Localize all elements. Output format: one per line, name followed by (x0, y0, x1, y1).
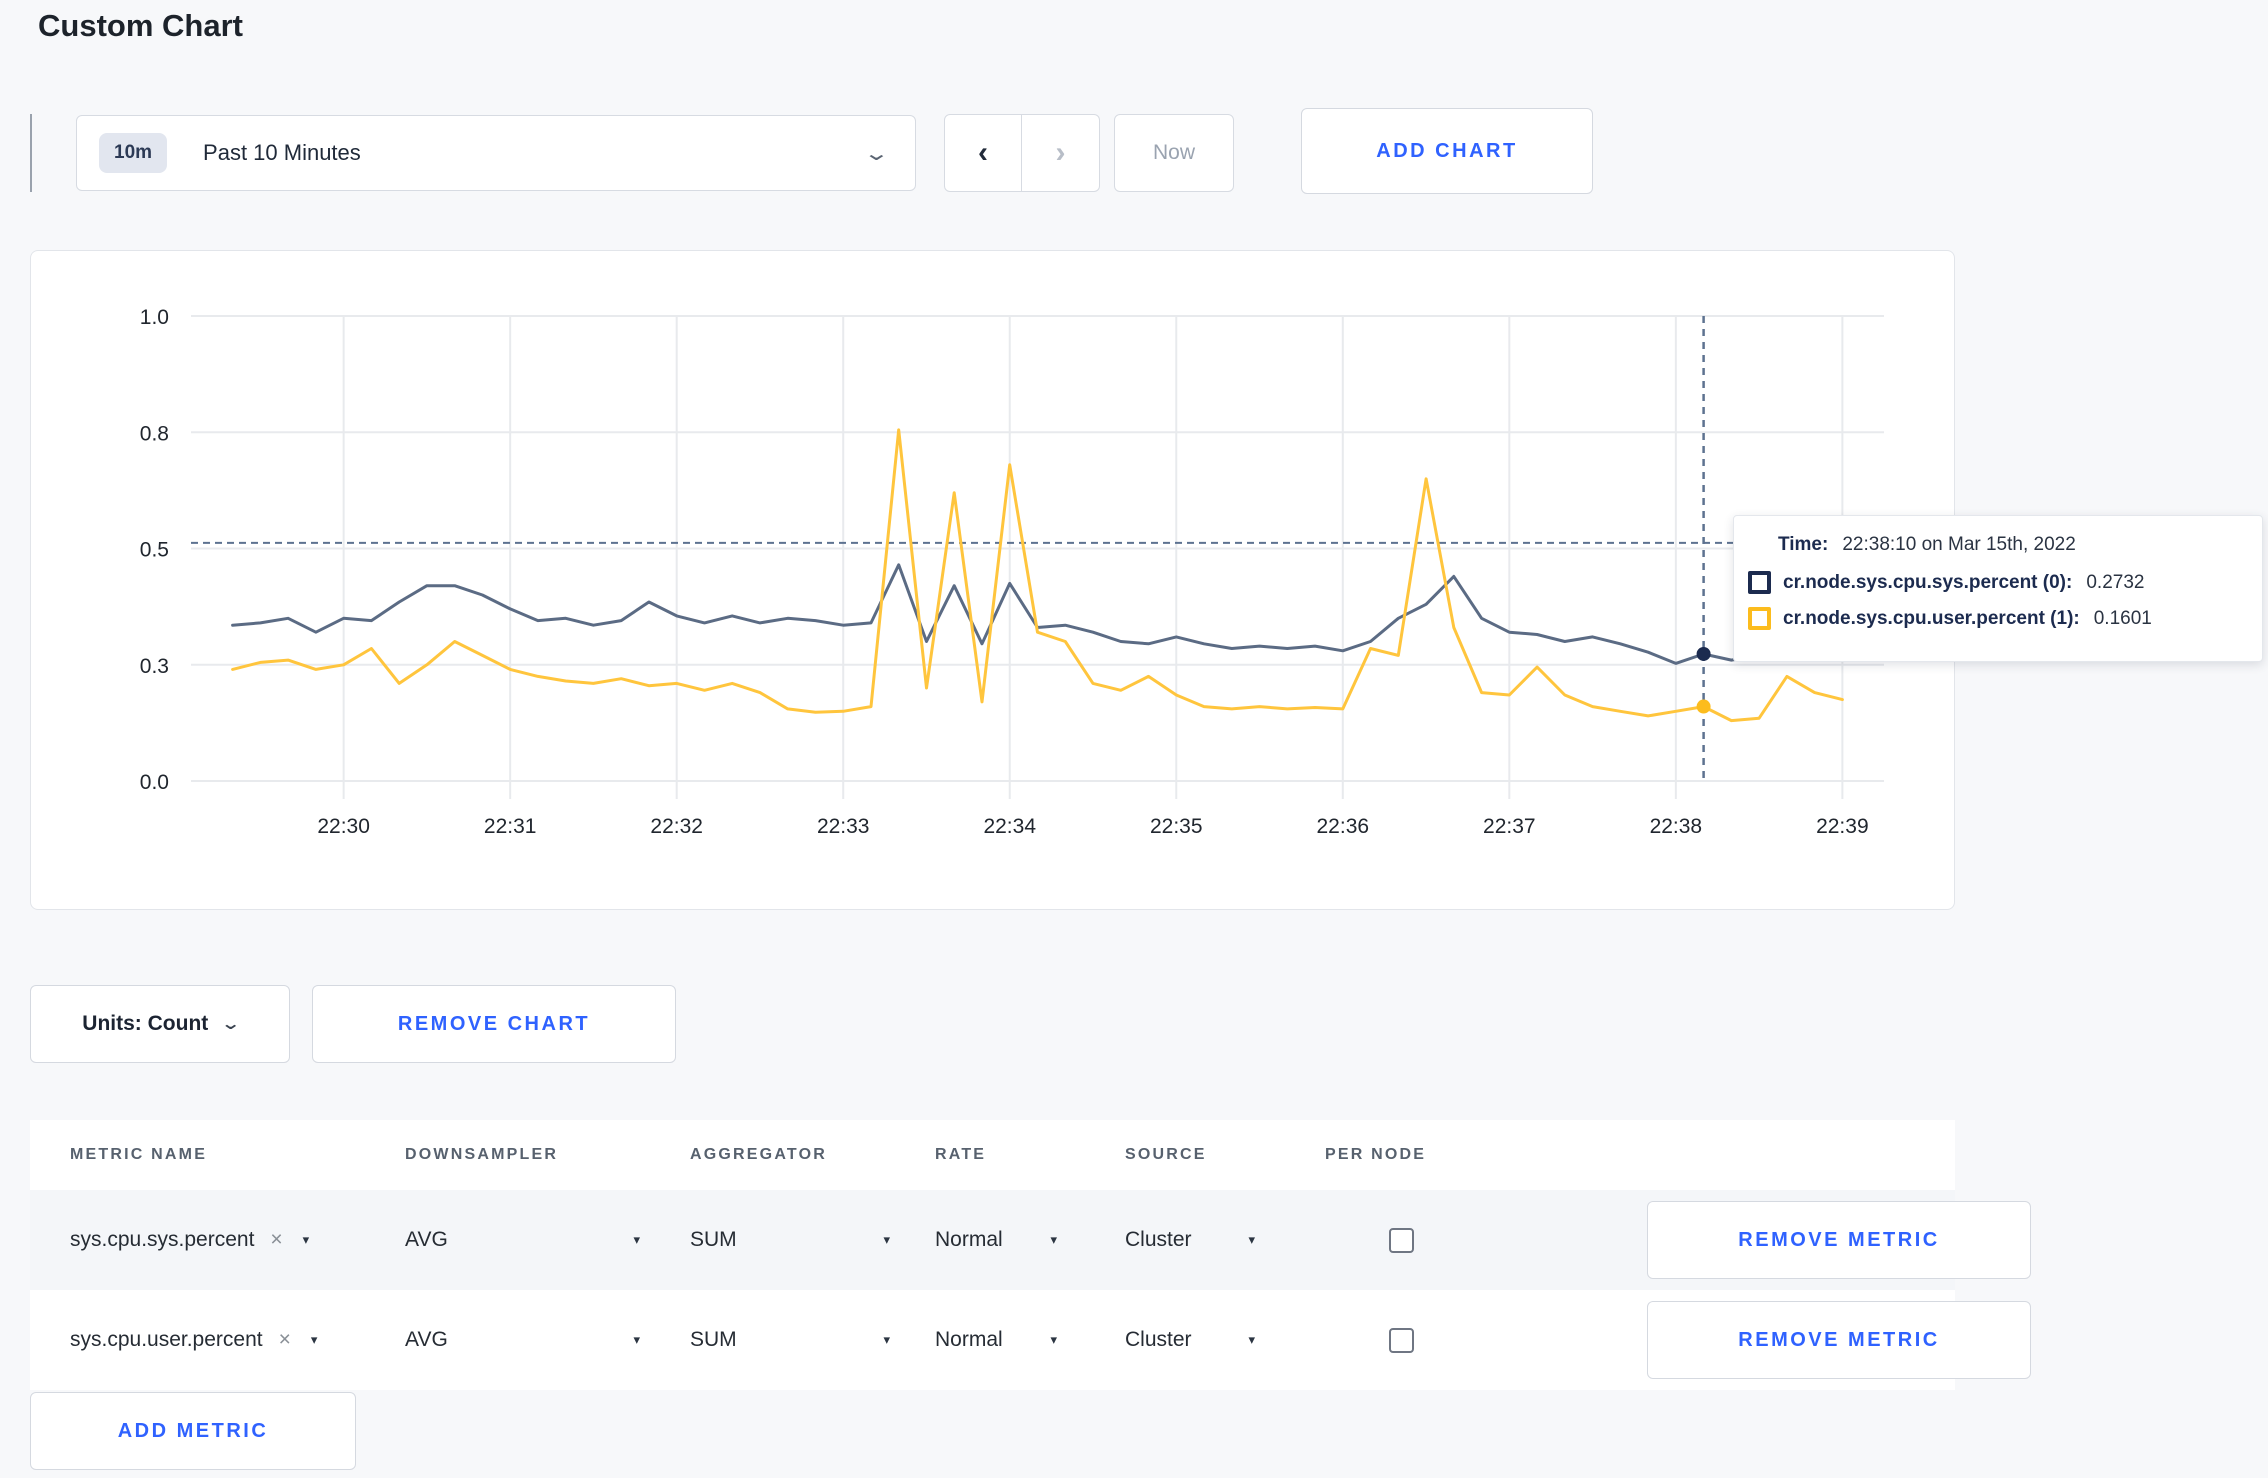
x-tick-label: 22:38 (1650, 815, 1703, 838)
metric-name-cell[interactable]: sys.cpu.user.percent × ▾ (30, 1328, 405, 1352)
y-tick-label: 0.0 (140, 771, 169, 794)
col-header-aggregator: AGGREGATOR (690, 1146, 827, 1163)
caret-down-icon[interactable]: ▾ (303, 1232, 310, 1248)
tooltip-time-row: Time: 22:38:10 on Mar 15th, 2022 (1778, 534, 2262, 556)
tooltip-series-name: cr.node.sys.cpu.sys.percent (0): (1783, 571, 2073, 593)
chevron-right-icon: › (1055, 136, 1066, 169)
caret-down-icon: ▾ (883, 1332, 890, 1347)
x-tick-label: 22:39 (1816, 815, 1869, 838)
metric-row-user: sys.cpu.user.percent × ▾ AVG ▾ SUM ▾ Nor… (30, 1290, 2031, 1390)
x-tick-label: 22:36 (1317, 815, 1370, 838)
caret-down-icon: ▾ (1248, 1232, 1255, 1247)
remove-metric-button[interactable]: REMOVE METRIC (1647, 1201, 2031, 1279)
col-header-downsampler: DOWNSAMPLER (405, 1146, 559, 1163)
x-tick-label: 22:31 (484, 815, 537, 838)
crosshair-point-user (1696, 699, 1711, 714)
y-tick-label: 0.5 (140, 539, 169, 562)
source-select[interactable]: Cluster ▾ (1125, 1228, 1255, 1252)
series-line-sys (231, 563, 1844, 665)
time-range-badge: 10m (99, 133, 168, 173)
chart-card: 0.0 0.3 0.5 0.8 1.0 22:30 22:31 22:32 22:33 22:34… (30, 250, 1955, 910)
sys-series-swatch-icon (1748, 571, 1771, 594)
col-header-rate: RATE (935, 1146, 987, 1163)
remove-chart-button[interactable]: REMOVE CHART (312, 985, 676, 1063)
metric-row-sys: sys.cpu.sys.percent × ▾ AVG ▾ SUM ▾ Norm… (30, 1190, 2031, 1290)
series-line-user (231, 428, 1844, 723)
x-tick-label: 22:37 (1483, 815, 1536, 838)
caret-down-icon: ▾ (1248, 1332, 1255, 1347)
chevron-down-icon: ⌄ (863, 142, 891, 165)
rate-select[interactable]: Normal ▾ (935, 1328, 1057, 1352)
toolbar-left-rule (30, 114, 32, 192)
next-time-button[interactable]: › (1022, 114, 1100, 192)
tooltip-series-row: cr.node.sys.cpu.user.percent (1): 0.1601 (1748, 607, 2262, 630)
time-nav-group: ‹ › (944, 114, 1100, 192)
remove-tag-icon[interactable]: × (279, 1328, 291, 1352)
time-range-select[interactable]: 10m Past 10 Minutes ⌄ (76, 115, 916, 191)
custom-chart-page: Custom Chart 10m Past 10 Minutes ⌄ ‹ › N… (0, 0, 2268, 1478)
time-range-label: Past 10 Minutes (203, 140, 361, 165)
add-metric-button[interactable]: ADD METRIC (30, 1392, 356, 1470)
tooltip-series-value: 0.1601 (2093, 607, 2152, 629)
tooltip-time-label: Time: (1778, 534, 1829, 555)
chevron-down-icon: ⌄ (220, 1016, 242, 1033)
tooltip-time-value: 22:38:10 on Mar 15th, 2022 (1842, 534, 2076, 555)
col-header-source: SOURCE (1125, 1146, 1207, 1163)
tooltip-series-value: 0.2732 (2086, 571, 2145, 593)
metrics-line-chart[interactable]: 0.0 0.3 0.5 0.8 1.0 22:30 22:31 22:32 22:33 22:34… (31, 251, 1954, 891)
chevron-left-icon: ‹ (978, 136, 988, 169)
col-header-per-node: PER NODE (1325, 1146, 1427, 1163)
x-tick-label: 22:34 (983, 815, 1036, 838)
caret-down-icon: ▾ (633, 1232, 640, 1247)
caret-down-icon[interactable]: ▾ (311, 1332, 318, 1348)
col-header-metric-name: METRIC NAME (70, 1146, 208, 1163)
metrics-table: METRIC NAME DOWNSAMPLER AGGREGATOR RATE … (30, 1120, 2031, 1390)
x-tick-label: 22:32 (650, 815, 703, 838)
caret-down-icon: ▾ (1050, 1332, 1057, 1347)
per-node-checkbox[interactable] (1389, 1227, 1414, 1253)
crosshair-point-sys (1696, 646, 1711, 661)
metric-name: sys.cpu.user.percent (70, 1328, 263, 1351)
chart-tooltip: Time: 22:38:10 on Mar 15th, 2022 cr.node.… (1733, 515, 2263, 662)
aggregator-select[interactable]: SUM ▾ (690, 1228, 890, 1252)
x-tick-label: 22:33 (817, 815, 870, 838)
aggregator-select[interactable]: SUM ▾ (690, 1328, 890, 1352)
tooltip-series-name: cr.node.sys.cpu.user.percent (1): (1783, 607, 2080, 629)
x-tick-label: 22:35 (1150, 815, 1203, 838)
downsampler-select[interactable]: AVG ▾ (405, 1228, 640, 1252)
page-title: Custom Chart (38, 8, 243, 43)
caret-down-icon: ▾ (1050, 1232, 1057, 1247)
metric-name-cell[interactable]: sys.cpu.sys.percent × ▾ (30, 1228, 405, 1252)
y-tick-label: 1.0 (140, 306, 169, 329)
y-tick-label: 0.3 (140, 655, 169, 678)
caret-down-icon: ▾ (633, 1332, 640, 1347)
add-chart-button[interactable]: ADD CHART (1301, 108, 1593, 194)
remove-metric-button[interactable]: REMOVE METRIC (1647, 1301, 2031, 1379)
tooltip-series-row: cr.node.sys.cpu.sys.percent (0): 0.2732 (1748, 571, 2262, 594)
y-tick-label: 0.8 (140, 422, 169, 445)
x-tick-label: 22:30 (317, 815, 370, 838)
downsampler-select[interactable]: AVG ▾ (405, 1328, 640, 1352)
per-node-checkbox[interactable] (1389, 1327, 1414, 1353)
metric-name: sys.cpu.sys.percent (70, 1228, 255, 1251)
units-select[interactable]: Units: Count ⌄ (30, 985, 290, 1063)
remove-tag-icon[interactable]: × (270, 1228, 282, 1252)
units-label: Units: Count (82, 1012, 209, 1035)
source-select[interactable]: Cluster ▾ (1125, 1328, 1255, 1352)
prev-time-button[interactable]: ‹ (944, 114, 1022, 192)
user-series-swatch-icon (1748, 607, 1771, 630)
now-button[interactable]: Now (1114, 114, 1234, 192)
caret-down-icon: ▾ (883, 1232, 890, 1247)
metrics-table-header: METRIC NAME DOWNSAMPLER AGGREGATOR RATE … (30, 1120, 1955, 1190)
rate-select[interactable]: Normal ▾ (935, 1228, 1057, 1252)
